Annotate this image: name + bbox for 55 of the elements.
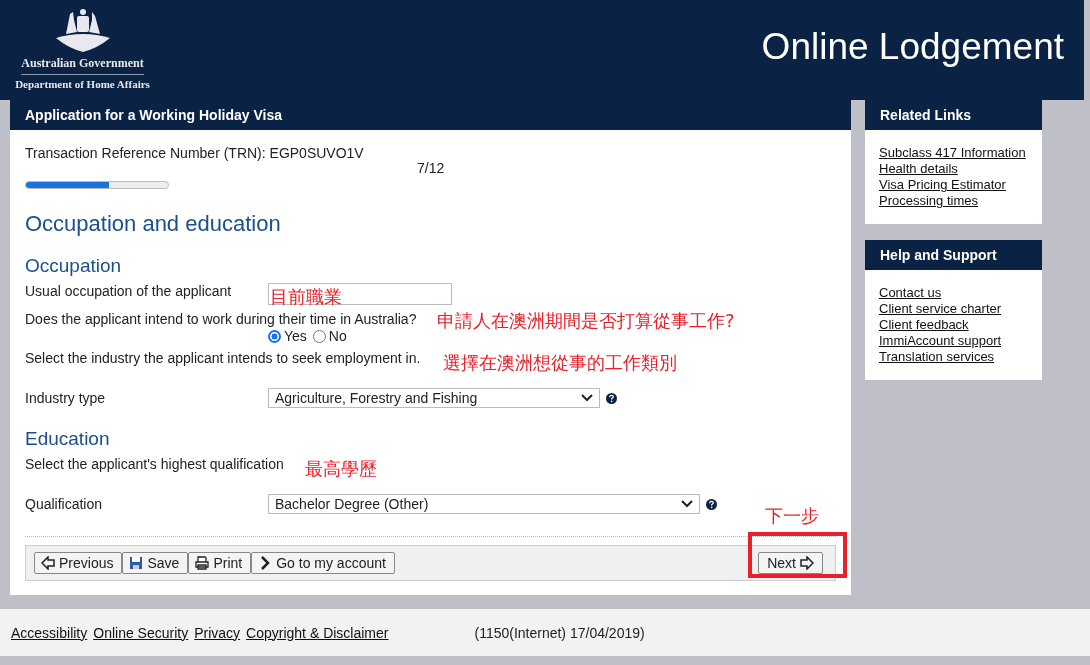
page-title: Online Lodgement	[761, 26, 1064, 68]
footer-link[interactable]: Online Security	[93, 624, 189, 641]
sidebar-link[interactable]: Visa Pricing Estimator	[879, 177, 1006, 193]
department-name: Department of Home Affairs	[15, 78, 150, 90]
instruction-text: Select the industry the applicant intends to seek employment in.	[25, 350, 421, 366]
sidebar-link[interactable]: Client service charter	[879, 301, 1002, 317]
help-icon[interactable]	[606, 392, 617, 404]
chevron-down-icon	[681, 500, 693, 508]
instruction-text: Select the applicant's highest qualification	[25, 456, 284, 472]
sidebar-link[interactable]: Translation services	[879, 349, 995, 365]
page-heading: Occupation and education	[25, 211, 282, 237]
footer-link[interactable]: Copyright & Disclaimer	[246, 624, 389, 641]
trn-text: Transaction Reference Number (TRN): EGP0SUVO1V	[25, 145, 365, 161]
sidebar-link[interactable]: Client feedback	[879, 317, 969, 333]
annotation-text: 最高學歷	[305, 460, 377, 478]
section-heading: Education	[25, 428, 111, 450]
question-text: Does the applicant intend to work during their time in Australia?	[25, 311, 417, 327]
save-icon	[129, 556, 144, 570]
annotation-text: 申請人在澳洲期間是否打算從事工作?	[437, 312, 735, 330]
footer-link[interactable]: Accessibility	[11, 624, 88, 641]
panel-title-bar: Help and Support	[865, 240, 1042, 270]
annotation-text: 目前職業	[270, 288, 342, 306]
next-button[interactable]: Next	[758, 552, 823, 574]
nav-button[interactable]: Previous	[34, 552, 123, 574]
chevron-down-icon	[581, 394, 593, 402]
radio-button[interactable]	[268, 329, 281, 343]
annotation-text: 選擇在澳洲想從事的工作類別	[443, 354, 677, 372]
form-title-bar: Application for a Working Holiday Visa	[10, 100, 851, 130]
agency-name: Australian Government	[21, 56, 144, 75]
printer-icon	[195, 556, 210, 570]
sidebar-link[interactable]: Processing times	[879, 193, 978, 209]
right-arrow-icon	[800, 556, 814, 570]
nav-button[interactable]: Save	[122, 552, 189, 574]
input-field[interactable]	[268, 283, 452, 305]
dropdown-field[interactable]: Agriculture, Forestry and Fishing	[268, 388, 600, 408]
section-heading: Occupation	[25, 255, 123, 277]
help-icon[interactable]	[706, 498, 717, 510]
sidebar-link[interactable]: Contact us	[879, 285, 942, 301]
nav-button[interactable]: Go to my account	[251, 552, 395, 574]
step-counter: 7/12	[417, 160, 446, 176]
field-label: Qualification	[25, 496, 104, 512]
nav-button[interactable]: Print	[188, 552, 252, 574]
field-label: Industry type	[25, 390, 107, 406]
radio-label: Yes	[284, 328, 307, 344]
sidebar-link[interactable]: Health details	[879, 161, 958, 177]
radio-label: No	[328, 328, 347, 344]
dropdown-field[interactable]: Bachelor Degree (Other)	[268, 494, 700, 514]
version-text: (1150(Internet) 17/04/2019)	[474, 624, 645, 641]
annotation-text: 下一步	[765, 507, 819, 525]
left-arrow-icon	[41, 556, 55, 570]
field-label: Usual occupation of the applicant	[25, 283, 233, 301]
sidebar-link[interactable]: ImmiAccount support	[879, 333, 1002, 349]
sidebar-link[interactable]: Subclass 417 Information	[879, 145, 1026, 161]
footer-link[interactable]: Privacy	[194, 624, 241, 641]
panel-title-bar: Related Links	[865, 100, 1042, 130]
